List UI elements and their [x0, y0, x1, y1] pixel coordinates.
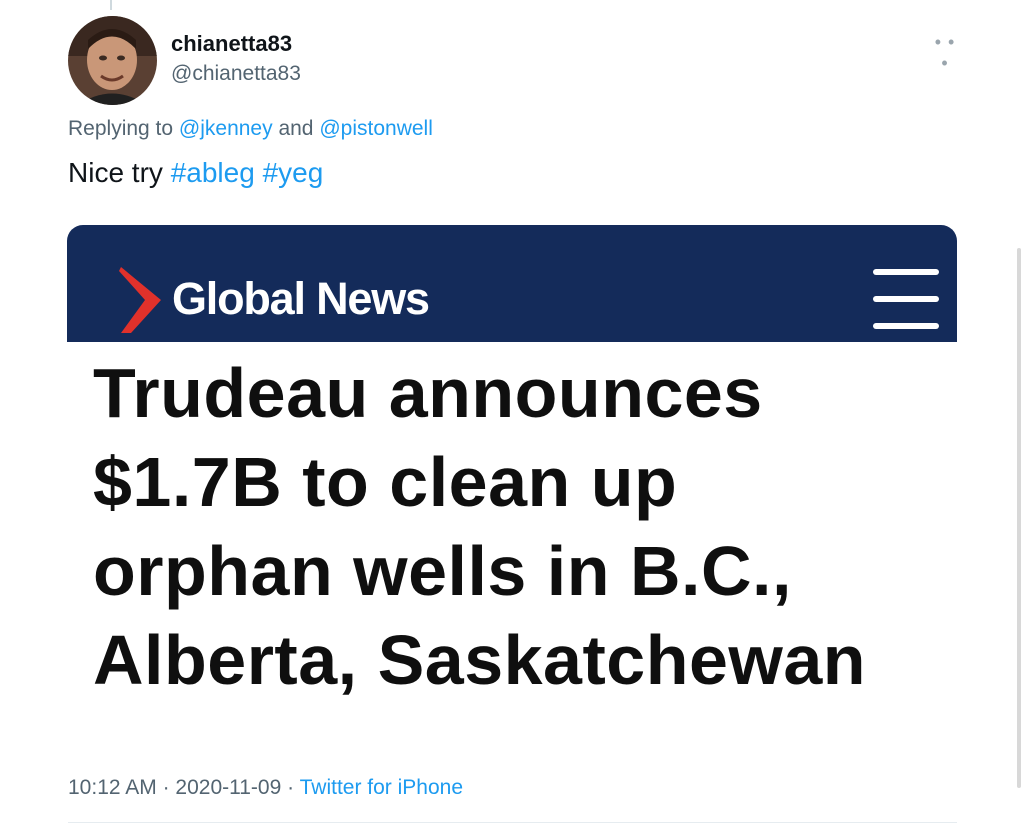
- global-news-header-bar: Global News: [67, 225, 957, 342]
- avatar[interactable]: [68, 16, 157, 105]
- replying-to-label: Replying to: [68, 117, 174, 140]
- tweet-metadata: 10:12 AM · 2020-11-09 · Twitter for iPho…: [68, 776, 463, 800]
- mention-jkenney-link[interactable]: @jkenney: [179, 117, 273, 140]
- meta-separator: ·: [162, 776, 170, 799]
- thread-connector-line: [110, 0, 112, 10]
- divider: [68, 822, 957, 823]
- tweet-time[interactable]: 10:12 AM: [68, 776, 157, 799]
- hamburger-menu-icon: [873, 269, 939, 331]
- global-news-brand-text: Global News: [172, 273, 430, 324]
- mention-pistonwell-link[interactable]: @pistonwell: [319, 117, 433, 140]
- tweet-media-image[interactable]: Global News Trudeau announces $1.7B to c…: [67, 225, 957, 748]
- hashtag-yeg-link[interactable]: #yeg: [263, 157, 324, 188]
- meta-separator: ·: [287, 776, 295, 799]
- scrollbar[interactable]: [1017, 248, 1021, 788]
- tweet-text: Nice try #ableg #yeg: [68, 157, 323, 189]
- display-name[interactable]: chianetta83: [171, 31, 292, 57]
- hashtag-ableg-link[interactable]: #ableg: [171, 157, 255, 188]
- replying-to-joiner: and: [278, 117, 314, 140]
- news-headline: Trudeau announces $1.7B to clean up orph…: [93, 354, 867, 699]
- tweet-body-text: Nice try: [68, 157, 163, 188]
- tweet-date[interactable]: 2020-11-09: [175, 776, 281, 799]
- profile-photo: [68, 16, 157, 105]
- username-handle[interactable]: @chianetta83: [171, 62, 301, 86]
- more-options-icon[interactable]: • • •: [931, 32, 959, 73]
- replying-to-line: Replying to @jkenney and @pistonwell: [68, 117, 433, 141]
- global-news-logo-icon: [119, 267, 161, 333]
- tweet-source-link[interactable]: Twitter for iPhone: [300, 776, 463, 799]
